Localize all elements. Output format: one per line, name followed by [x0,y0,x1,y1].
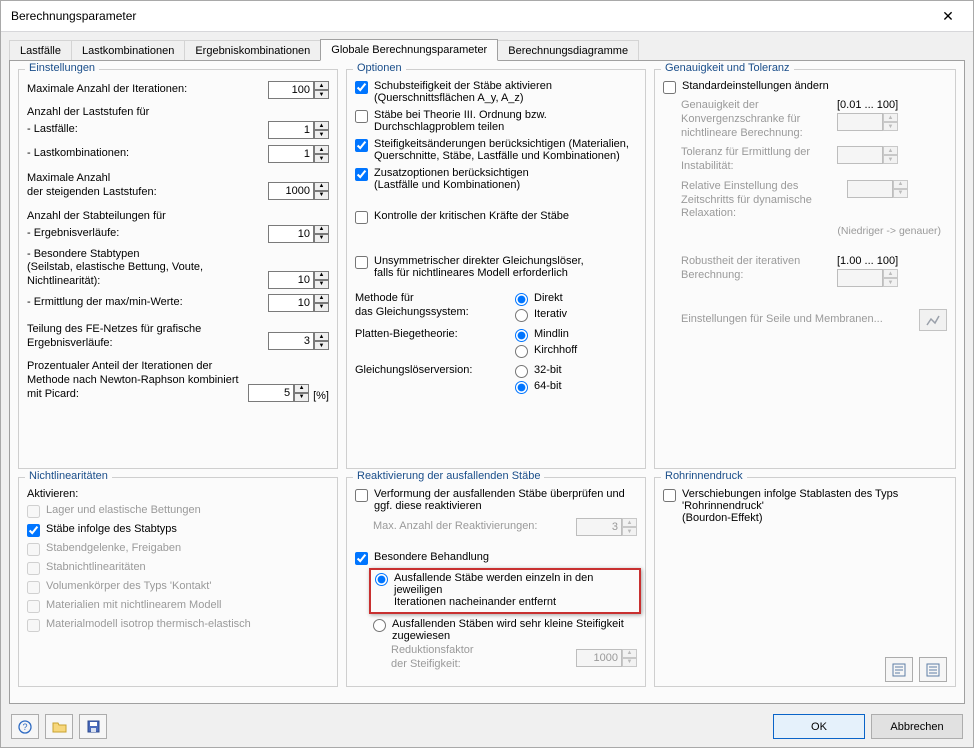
chk-gelenke: Stabendgelenke, Freigaben [27,542,329,556]
window-title: Berechnungsparameter [11,9,933,23]
settings-icon [919,309,947,331]
group-genauigkeit: Genauigkeit und Toleranz Standardeinstel… [654,69,956,469]
label-robust: Robustheit der iterativen Berechnung: [681,255,837,283]
spinner-reduktion: ▲▼ [576,649,637,667]
chk-bourdon[interactable]: Verschiebungen infolge Stablasten des Ty… [663,488,947,524]
chk-kritisch[interactable]: Kontrolle der kritischen Kräfte der Stäb… [355,210,637,224]
hint-relax: (Niedriger -> genauer) [681,225,947,237]
tab-3[interactable]: Globale Berechnungsparameter [320,39,498,61]
chk-lager: Lager und elastische Bettungen [27,504,329,518]
spin-up-icon[interactable]: ▲ [314,81,329,90]
chk-stabtyp[interactable]: Stäbe infolge des Stabtyps [27,523,329,537]
tab-2[interactable]: Ergebniskombinationen [184,40,321,61]
chk-standard[interactable]: Standardeinstellungen ändern [663,80,947,94]
cancel-button[interactable]: Abbrechen [871,714,963,739]
spinner-max-steigend[interactable]: ▲▼ [268,182,329,200]
spinner-max-iter[interactable]: ▲▼ [268,81,329,99]
spinner-robust: ▲▼ [837,269,898,287]
svg-text:?: ? [22,722,27,732]
range-konvergenz: [0.01 ... 100] [837,99,898,111]
group-nichtlin: Nichtlinearitäten Aktivieren: Lager und … [18,477,338,687]
heading-laststufen: Anzahl der Laststufen für [27,106,329,118]
radio-64[interactable]: 64-bit [515,380,562,394]
radio-iterativ[interactable]: Iterativ [515,308,567,322]
label-toleranz: Toleranz für Ermittlung der Instabilität… [681,146,837,174]
label-methode: Methode für das Gleichungssystem: [355,292,515,324]
unit-picard: [%] [313,390,329,402]
legend-rohr: Rohrinnendruck [661,470,747,482]
label-relax: Relative Einstellung des Zeitschritts fü… [681,180,847,221]
group-optionen: Optionen Schubsteifigkeit der Stäbe akti… [346,69,646,469]
chk-mat-iso: Materialmodell isotrop thermisch-elastis… [27,618,329,632]
save-icon[interactable] [79,714,107,739]
label-lastkomb: - Lastkombinationen: [27,147,268,161]
label-maxmin: - Ermittlung der max/min-Werte: [27,296,268,310]
ok-button[interactable]: OK [773,714,865,739]
label-solver: Gleichungslöserversion: [355,364,515,396]
spinner-picard[interactable]: ▲▼ [248,384,309,402]
close-icon[interactable]: ✕ [933,8,963,25]
spinner-lastfaelle[interactable]: ▲▼ [268,121,329,139]
chk-theorie3[interactable]: Stäbe bei Theorie III. Ordnung bzw. Durc… [355,109,637,133]
spinner-ergebnis[interactable]: ▲▼ [268,225,329,243]
label-max-steigend: Maximale Anzahl der steigenden Laststufe… [27,172,268,200]
label-reduktion: Reduktionsfaktor der Steifigkeit: [391,644,576,672]
label-lastfaelle: - Lastfälle: [27,123,268,137]
label-seile: Einstellungen für Seile und Membranen... [681,313,919,327]
radio-steifigkeit[interactable]: Ausfallenden Stäben wird sehr kleine Ste… [373,618,637,642]
chk-schub[interactable]: Schubsteifigkeit der Stäbe aktivieren (Q… [355,80,637,104]
legend-optionen: Optionen [353,62,406,74]
chk-steif[interactable]: Steifigkeitsänderungen berücksichtigen (… [355,138,637,162]
spinner-besondere[interactable]: ▲▼ [268,271,329,289]
label-max-reakt: Max. Anzahl der Reaktivierungen: [373,520,576,534]
spinner-relax: ▲▼ [847,180,908,198]
tab-4[interactable]: Berechnungsdiagramme [497,40,639,61]
radio-entfernt[interactable]: Ausfallende Stäbe werden einzeln in den … [375,572,635,608]
spinner-max-reakt: ▲▼ [576,518,637,536]
chk-zusatz[interactable]: Zusatzoptionen berücksichtigen (Lastfäll… [355,167,637,191]
group-einstellungen: Einstellungen Maximale Anzahl der Iterat… [18,69,338,469]
legend-genauigkeit: Genauigkeit und Toleranz [661,62,794,74]
spinner-lastkomb[interactable]: ▲▼ [268,145,329,163]
spinner-fe[interactable]: ▲▼ [268,332,329,350]
label-ergebnis: - Ergebnisverläufe: [27,227,268,241]
radio-32[interactable]: 32-bit [515,364,562,378]
export-icon[interactable] [919,657,947,682]
chk-unsymm[interactable]: Unsymmetrischer direkter Gleichungslöser… [355,255,637,279]
legend-nichtlin: Nichtlinearitäten [25,470,112,482]
chk-verformung[interactable]: Verformung der ausfallenden Stäbe überpr… [355,488,637,512]
legend-einstellungen: Einstellungen [25,62,99,74]
help-icon[interactable]: ? [11,714,39,739]
spinner-toleranz: ▲▼ [837,146,898,164]
label-plattentheorie: Platten-Biegetheorie: [355,328,515,360]
spinner-konvergenz: ▲▼ [837,113,898,131]
label-picard: Prozentualer Anteil der Iterationen der … [27,360,248,401]
group-rohr: Rohrinnendruck Verschiebungen infolge St… [654,477,956,687]
chk-besondere[interactable]: Besondere Behandlung [355,551,637,565]
label-fe: Teilung des FE-Netzes für grafische Erge… [27,323,268,351]
spin-down-icon[interactable]: ▼ [314,90,329,99]
import-icon[interactable] [885,657,913,682]
tab-1[interactable]: Lastkombinationen [71,40,185,61]
legend-reakt: Reaktivierung der ausfallenden Stäbe [353,470,544,482]
label-besondere: - Besondere Stabtypen (Seilstab, elastis… [27,248,268,289]
spinner-maxmin[interactable]: ▲▼ [268,294,329,312]
label-konvergenz: Genauigkeit der Konvergenzschranke für n… [681,99,837,140]
heading-stabteilungen: Anzahl der Stabteilungen für [27,210,329,222]
radio-mindlin[interactable]: Mindlin [515,328,577,342]
folder-open-icon[interactable] [45,714,73,739]
label-aktivieren: Aktivieren: [27,488,329,500]
tab-0[interactable]: Lastfälle [9,40,72,61]
chk-mat-nl: Materialien mit nichtlinearem Modell [27,599,329,613]
range-robust: [1.00 ... 100] [837,255,898,267]
chk-kontakt: Volumenkörper des Typs 'Kontakt' [27,580,329,594]
group-reakt: Reaktivierung der ausfallenden Stäbe Ver… [346,477,646,687]
radio-kirchhoff[interactable]: Kirchhoff [515,344,577,358]
radio-direkt[interactable]: Direkt [515,292,567,306]
chk-stab-nl: Stabnichtlinearitäten [27,561,329,575]
label-max-iter: Maximale Anzahl der Iterationen: [27,83,268,97]
